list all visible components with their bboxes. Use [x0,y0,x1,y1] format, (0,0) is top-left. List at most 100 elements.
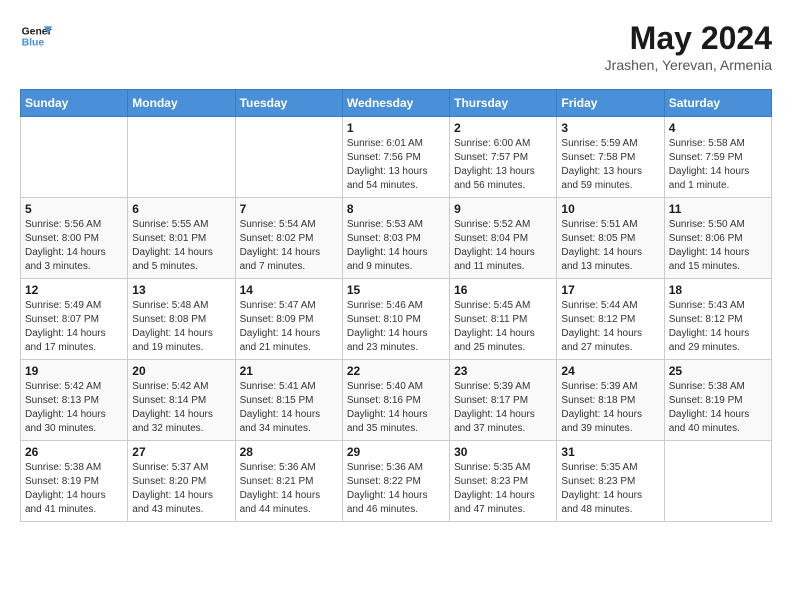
day-number: 2 [454,121,552,135]
day-info: Sunrise: 5:47 AMSunset: 8:09 PMDaylight:… [240,299,338,355]
day-number: 28 [240,445,338,459]
logo-icon: General Blue [20,20,52,52]
page-title: May 2024 [605,20,772,57]
day-number: 1 [347,121,445,135]
day-number: 4 [669,121,767,135]
title-block: May 2024 Jrashen, Yerevan, Armenia [605,20,772,73]
calendar-cell: 4 Sunrise: 5:58 AMSunset: 7:59 PMDaylight… [664,117,771,198]
calendar-cell: 25Sunrise: 5:38 AMSunset: 8:19 PMDayligh… [664,360,771,441]
day-number: 7 [240,202,338,216]
calendar-cell [128,117,235,198]
day-info: Sunrise: 5:54 AMSunset: 8:02 PMDaylight:… [240,218,338,274]
day-number: 12 [25,283,123,297]
day-number: 15 [347,283,445,297]
day-info: Sunrise: 5:45 AMSunset: 8:11 PMDaylight:… [454,299,552,355]
calendar-cell: 19 Sunrise: 5:42 AMSunset: 8:13 PMDayligh… [21,360,128,441]
calendar-cell: 24 Sunrise: 5:39 AMSunset: 8:18 PMDayligh… [557,360,664,441]
calendar-week-3: 12 Sunrise: 5:49 AMSunset: 8:07 PMDayligh… [21,279,772,360]
calendar-cell: 9 Sunrise: 5:52 AMSunset: 8:04 PMDaylight… [450,198,557,279]
svg-text:Blue: Blue [22,38,45,49]
weekday-header-tuesday: Tuesday [235,90,342,117]
calendar-cell: 29Sunrise: 5:36 AMSunset: 8:22 PMDayligh… [342,441,449,522]
calendar-cell: 12 Sunrise: 5:49 AMSunset: 8:07 PMDayligh… [21,279,128,360]
day-info: Sunrise: 5:49 AMSunset: 8:07 PMDaylight:… [25,299,123,355]
day-info: Sunrise: 5:56 AMSunset: 8:00 PMDaylight:… [25,218,123,274]
weekday-header-thursday: Thursday [450,90,557,117]
calendar-cell: 3 Sunrise: 5:59 AMSunset: 7:58 PMDaylight… [557,117,664,198]
day-number: 18 [669,283,767,297]
calendar-cell: 15 Sunrise: 5:46 AMSunset: 8:10 PMDayligh… [342,279,449,360]
day-info: Sunrise: 5:51 AMSunset: 8:05 PMDaylight:… [561,218,659,274]
day-info: Sunrise: 5:42 AMSunset: 8:13 PMDaylight:… [25,380,123,436]
calendar-cell: 22 Sunrise: 5:40 AMSunset: 8:16 PMDayligh… [342,360,449,441]
day-info: Sunrise: 5:55 AMSunset: 8:01 PMDaylight:… [132,218,230,274]
day-number: 13 [132,283,230,297]
calendar-cell: 5 Sunrise: 5:56 AMSunset: 8:00 PMDaylight… [21,198,128,279]
day-number: 10 [561,202,659,216]
day-info: Sunrise: 5:41 AMSunset: 8:15 PMDaylight:… [240,380,338,436]
day-info: Sunrise: 5:52 AMSunset: 8:04 PMDaylight:… [454,218,552,274]
page-header: General Blue May 2024 Jrashen, Yerevan, … [20,20,772,73]
day-number: 22 [347,364,445,378]
weekday-header-monday: Monday [128,90,235,117]
day-info: Sunrise: 5:42 AMSunset: 8:14 PMDaylight:… [132,380,230,436]
calendar-cell: 13 Sunrise: 5:48 AMSunset: 8:08 PMDayligh… [128,279,235,360]
day-info: Sunrise: 5:48 AMSunset: 8:08 PMDaylight:… [132,299,230,355]
calendar-cell: 20 Sunrise: 5:42 AMSunset: 8:14 PMDayligh… [128,360,235,441]
day-number: 5 [25,202,123,216]
day-number: 27 [132,445,230,459]
day-number: 3 [561,121,659,135]
weekday-header-row: SundayMondayTuesdayWednesdayThursdayFrid… [21,90,772,117]
day-number: 9 [454,202,552,216]
calendar-cell: 11 Sunrise: 5:50 AMSunset: 8:06 PMDayligh… [664,198,771,279]
calendar-cell: 27 Sunrise: 5:37 AMSunset: 8:20 PMDayligh… [128,441,235,522]
day-number: 16 [454,283,552,297]
day-number: 23 [454,364,552,378]
day-number: 26 [25,445,123,459]
day-number: 30 [454,445,552,459]
weekday-header-friday: Friday [557,90,664,117]
day-info: Sunrise: 5:35 AMSunset: 8:23 PMDaylight:… [561,461,659,517]
calendar-cell: 2 Sunrise: 6:00 AMSunset: 7:57 PMDaylight… [450,117,557,198]
day-info: Sunrise: 5:39 AMSunset: 8:17 PMDaylight:… [454,380,552,436]
day-info: Sunrise: 5:44 AMSunset: 8:12 PMDaylight:… [561,299,659,355]
calendar-cell [664,441,771,522]
day-number: 29 [347,445,445,459]
day-number: 14 [240,283,338,297]
day-number: 17 [561,283,659,297]
day-info: Sunrise: 5:50 AMSunset: 8:06 PMDaylight:… [669,218,767,274]
day-number: 21 [240,364,338,378]
calendar-cell: 26Sunrise: 5:38 AMSunset: 8:19 PMDayligh… [21,441,128,522]
day-info: Sunrise: 5:39 AMSunset: 8:18 PMDaylight:… [561,380,659,436]
day-number: 8 [347,202,445,216]
calendar-cell: 16 Sunrise: 5:45 AMSunset: 8:11 PMDayligh… [450,279,557,360]
day-info: Sunrise: 5:38 AMSunset: 8:19 PMDaylight:… [669,380,767,436]
calendar-cell: 30Sunrise: 5:35 AMSunset: 8:23 PMDayligh… [450,441,557,522]
day-number: 20 [132,364,230,378]
day-info: Sunrise: 5:46 AMSunset: 8:10 PMDaylight:… [347,299,445,355]
day-info: Sunrise: 6:00 AMSunset: 7:57 PMDaylight:… [454,137,552,193]
day-number: 19 [25,364,123,378]
calendar-week-2: 5 Sunrise: 5:56 AMSunset: 8:00 PMDaylight… [21,198,772,279]
day-info: Sunrise: 5:37 AMSunset: 8:20 PMDaylight:… [132,461,230,517]
calendar-cell: 18Sunrise: 5:43 AMSunset: 8:12 PMDayligh… [664,279,771,360]
day-number: 6 [132,202,230,216]
calendar-cell: 6 Sunrise: 5:55 AMSunset: 8:01 PMDaylight… [128,198,235,279]
day-info: Sunrise: 5:59 AMSunset: 7:58 PMDaylight:… [561,137,659,193]
weekday-header-wednesday: Wednesday [342,90,449,117]
calendar-cell: 10 Sunrise: 5:51 AMSunset: 8:05 PMDayligh… [557,198,664,279]
day-info: Sunrise: 5:40 AMSunset: 8:16 PMDaylight:… [347,380,445,436]
day-number: 11 [669,202,767,216]
calendar-cell: 1 Sunrise: 6:01 AMSunset: 7:56 PMDaylight… [342,117,449,198]
calendar-cell: 17 Sunrise: 5:44 AMSunset: 8:12 PMDayligh… [557,279,664,360]
logo: General Blue [20,20,52,52]
weekday-header-saturday: Saturday [664,90,771,117]
day-info: Sunrise: 5:36 AMSunset: 8:21 PMDaylight:… [240,461,338,517]
day-info: Sunrise: 5:58 AMSunset: 7:59 PMDaylight:… [669,137,767,193]
calendar-cell: 28 Sunrise: 5:36 AMSunset: 8:21 PMDayligh… [235,441,342,522]
calendar-week-1: 1 Sunrise: 6:01 AMSunset: 7:56 PMDaylight… [21,117,772,198]
day-info: Sunrise: 6:01 AMSunset: 7:56 PMDaylight:… [347,137,445,193]
day-number: 24 [561,364,659,378]
calendar-week-4: 19 Sunrise: 5:42 AMSunset: 8:13 PMDayligh… [21,360,772,441]
calendar-cell: 14 Sunrise: 5:47 AMSunset: 8:09 PMDayligh… [235,279,342,360]
